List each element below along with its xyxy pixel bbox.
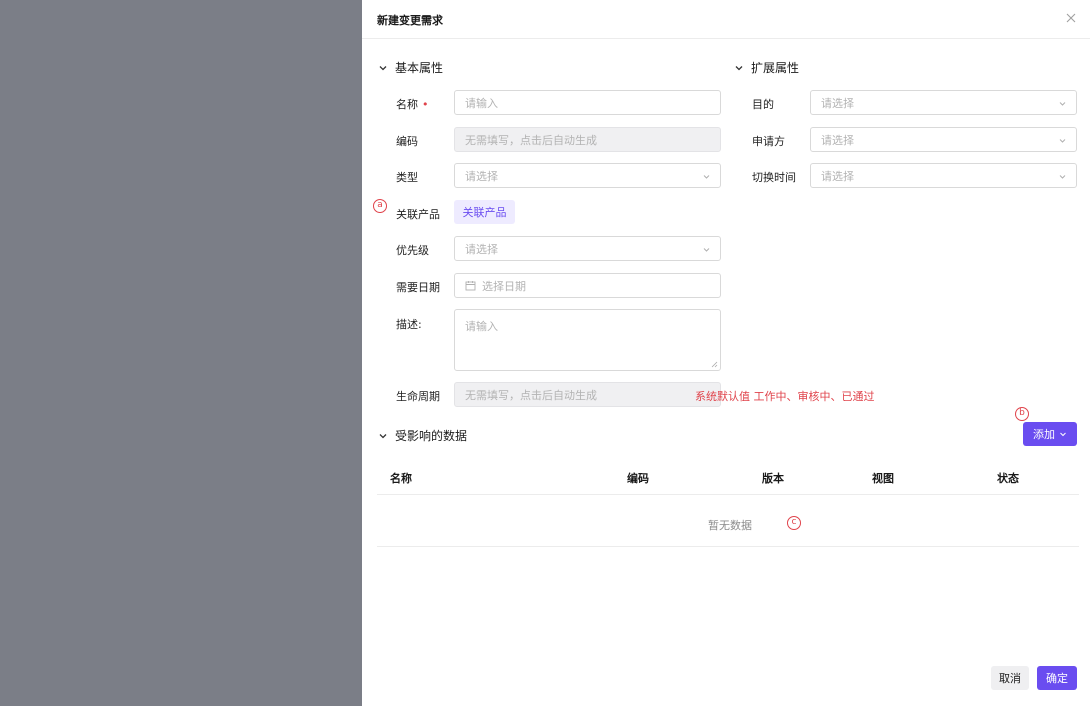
switch-time-label: 切换时间: [752, 171, 796, 184]
chevron-down-icon: [735, 65, 743, 70]
description-textarea[interactable]: 请输入: [454, 309, 721, 371]
drawer-title: 新建变更需求: [377, 14, 443, 27]
date-picker[interactable]: 选择日期: [454, 273, 721, 298]
table-bottom-divider: [377, 546, 1079, 547]
calendar-icon: [465, 281, 476, 291]
required-marker: •: [422, 98, 429, 111]
name-label-text: 名称: [396, 98, 418, 111]
lifecycle-input: 无需填写，点击后自动生成: [454, 382, 721, 407]
type-select[interactable]: 请选择: [454, 163, 721, 188]
annotation-marker-a: a: [373, 199, 387, 213]
lifecycle-value: 无需填写，点击后自动生成: [465, 388, 597, 402]
related-product-button[interactable]: 关联产品: [454, 200, 515, 224]
type-placeholder: 请选择: [465, 169, 498, 183]
type-label: 类型: [396, 171, 418, 184]
description-label: 描述:: [396, 318, 422, 331]
priority-select[interactable]: 请选择: [454, 236, 721, 261]
chevron-down-icon: [1059, 175, 1066, 179]
chevron-down-icon: [379, 433, 387, 438]
annotation-marker-c: c: [787, 516, 801, 530]
column-header-view: 视图: [872, 472, 894, 485]
related-product-label: 关联产品: [396, 208, 440, 221]
priority-placeholder: 请选择: [465, 242, 498, 256]
description-placeholder: 请输入: [465, 320, 498, 333]
add-button-label: 添加: [1033, 428, 1055, 441]
add-button[interactable]: 添加: [1023, 422, 1077, 446]
code-label: 编码: [396, 135, 418, 148]
name-label: 名称 •: [396, 96, 429, 112]
required-date-label: 需要日期: [396, 281, 440, 294]
switch-time-placeholder: 请选择: [821, 169, 854, 183]
annotation-marker-b: b: [1015, 407, 1029, 421]
table-header-divider: [377, 494, 1079, 495]
affected-section-title: 受影响的数据: [395, 429, 468, 443]
new-change-request-drawer: 新建变更需求 基本属性 名称 • 请输入 编码 无需填写，点击后自动生成 类型 请…: [362, 0, 1090, 706]
purpose-placeholder: 请选择: [821, 96, 854, 110]
chevron-down-icon: [1059, 102, 1066, 106]
chevron-down-icon: [1059, 139, 1066, 143]
basic-section-toggle[interactable]: 基本属性: [377, 59, 443, 76]
resize-handle-icon[interactable]: [711, 361, 718, 368]
applicant-placeholder: 请选择: [821, 133, 854, 147]
code-input: 无需填写，点击后自动生成: [454, 127, 721, 152]
column-header-name: 名称: [390, 472, 412, 485]
drawer-header: 新建变更需求: [362, 0, 1090, 39]
cancel-button[interactable]: 取消: [991, 666, 1029, 690]
switch-time-select[interactable]: 请选择: [810, 163, 1077, 188]
name-placeholder: 请输入: [465, 96, 498, 110]
confirm-button[interactable]: 确定: [1037, 666, 1077, 690]
column-header-code: 编码: [627, 472, 649, 485]
extended-section-title: 扩展属性: [751, 61, 800, 75]
chevron-down-icon: [1060, 432, 1066, 437]
code-value: 无需填写，点击后自动生成: [465, 133, 597, 147]
affected-section-toggle[interactable]: 受影响的数据: [377, 427, 467, 444]
basic-section-title: 基本属性: [395, 61, 444, 75]
name-input[interactable]: 请输入: [454, 90, 721, 115]
chevron-down-icon: [703, 175, 710, 179]
purpose-select[interactable]: 请选择: [810, 90, 1077, 115]
column-header-status: 状态: [997, 472, 1019, 485]
column-header-version: 版本: [762, 472, 784, 485]
empty-state-text: 暂无数据: [708, 519, 752, 532]
close-icon[interactable]: [1063, 10, 1079, 26]
chevron-down-icon: [379, 65, 387, 70]
applicant-label: 申请方: [752, 135, 785, 148]
priority-label: 优先级: [396, 244, 429, 257]
extended-section-toggle[interactable]: 扩展属性: [733, 59, 799, 76]
lifecycle-label: 生命周期: [396, 390, 440, 403]
purpose-label: 目的: [752, 98, 774, 111]
chevron-down-icon: [703, 248, 710, 252]
drawer-mask[interactable]: [0, 0, 362, 706]
applicant-select[interactable]: 请选择: [810, 127, 1077, 152]
lifecycle-note: 系统默认值 工作中、审核中、已通过: [695, 390, 875, 403]
date-placeholder: 选择日期: [482, 279, 526, 293]
